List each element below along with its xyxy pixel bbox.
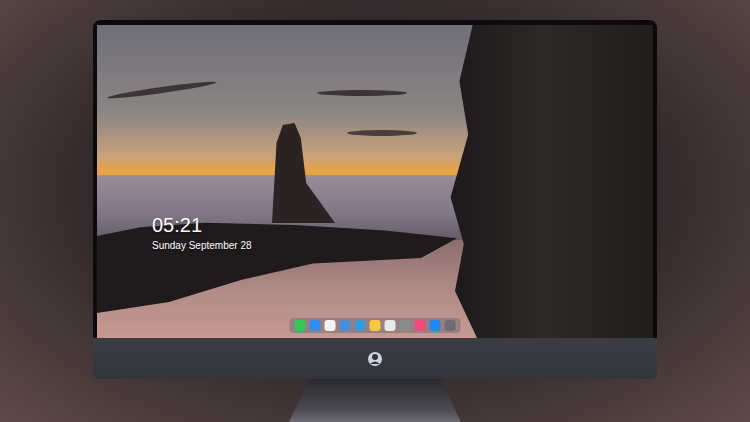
clock-date: Sunday September 28 [152, 239, 252, 252]
wallpaper-image [97, 25, 653, 338]
wallpaper-cliff [433, 25, 653, 338]
monitor-stand [289, 379, 461, 422]
dock-app-icon[interactable] [295, 320, 306, 331]
dock [290, 318, 461, 333]
dock-app-icon[interactable] [310, 320, 321, 331]
clock-time: 05:21 [152, 213, 252, 237]
brand-logo-icon [367, 351, 383, 367]
backdrop: 05:21 Sunday September 28 [0, 0, 750, 422]
monitor-chin [93, 338, 657, 379]
dock-app-icon[interactable] [325, 320, 336, 331]
dock-app-icon[interactable] [355, 320, 366, 331]
screen-bezel: 05:21 Sunday September 28 [93, 20, 657, 338]
screen: 05:21 Sunday September 28 [97, 25, 653, 338]
dock-app-icon[interactable] [430, 320, 441, 331]
monitor: 05:21 Sunday September 28 [93, 20, 657, 422]
dock-app-icon[interactable] [445, 320, 456, 331]
wallpaper-cloud [107, 79, 217, 100]
dock-app-icon[interactable] [370, 320, 381, 331]
wallpaper-cloud [347, 130, 417, 136]
lock-clock: 05:21 Sunday September 28 [152, 213, 252, 252]
dock-app-icon[interactable] [415, 320, 426, 331]
dock-app-icon[interactable] [340, 320, 351, 331]
dock-app-icon[interactable] [385, 320, 396, 331]
dock-app-icon[interactable] [400, 320, 411, 331]
wallpaper-cloud [317, 90, 407, 96]
